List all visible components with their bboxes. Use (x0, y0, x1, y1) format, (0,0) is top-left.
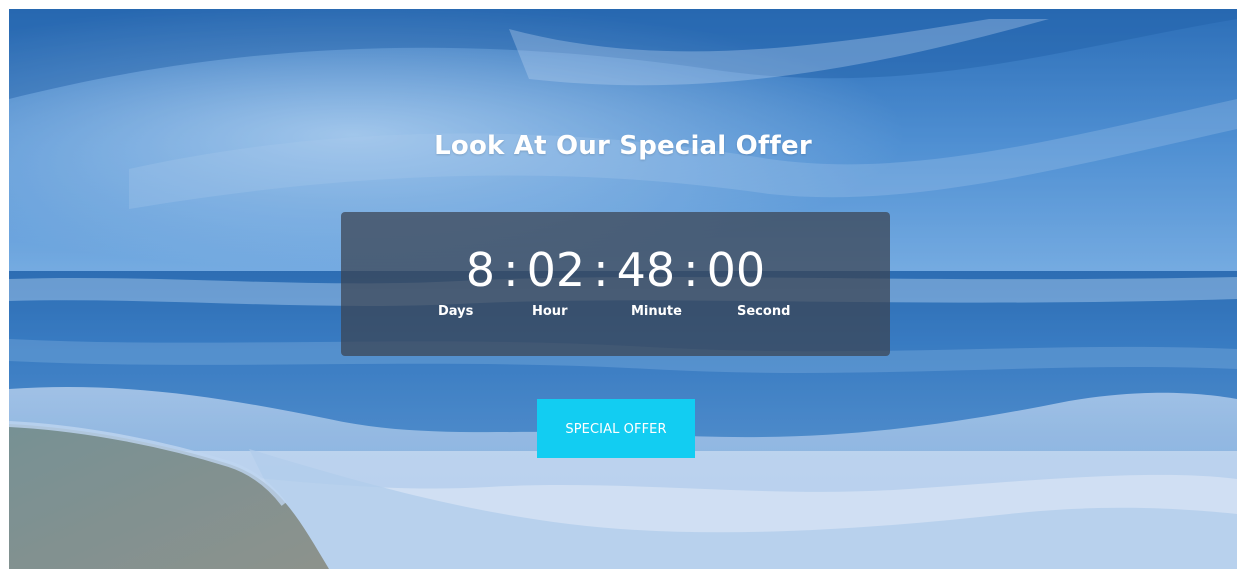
countdown-digits: 8:02:48:00 (341, 242, 890, 298)
countdown-minutes-label: Minute (631, 304, 682, 319)
page-title: Look At Our Special Offer (434, 131, 812, 161)
countdown-hours-label: Hour (532, 304, 568, 319)
countdown-labels: Days Hour Minute Second (341, 304, 890, 324)
countdown-minutes-value: 48 (616, 243, 676, 297)
countdown-hours-value: 02 (526, 243, 586, 297)
hero-section: Look At Our Special Offer 8:02:48:00 Day… (9, 9, 1237, 569)
countdown-timer: 8:02:48:00 Days Hour Minute Second (341, 212, 890, 356)
countdown-separator: : (683, 243, 699, 297)
special-offer-button[interactable]: SPECIAL OFFER (537, 399, 695, 458)
countdown-days-value: 8 (465, 243, 496, 297)
countdown-separator: : (593, 243, 609, 297)
countdown-days-label: Days (438, 304, 474, 319)
countdown-seconds-label: Second (737, 304, 791, 319)
countdown-separator: : (503, 243, 519, 297)
countdown-seconds-value: 00 (706, 243, 766, 297)
